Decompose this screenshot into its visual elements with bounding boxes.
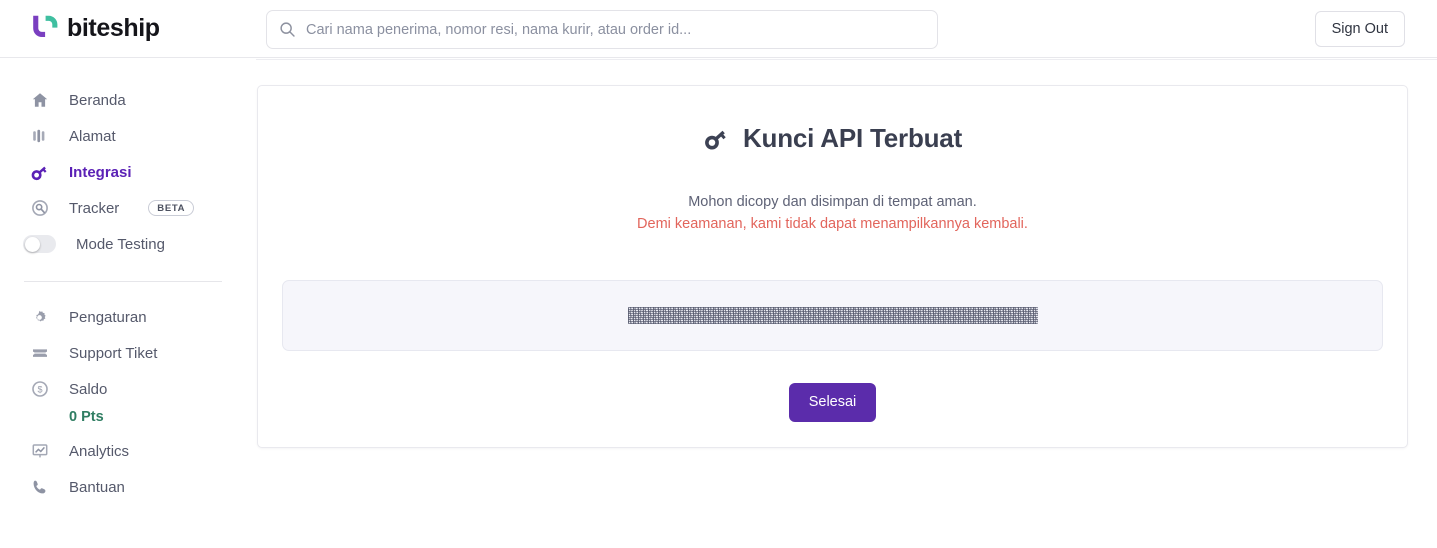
sidebar-item-label: Saldo	[69, 380, 108, 398]
description-block: Mohon dicopy dan disimpan di tempat aman…	[258, 191, 1407, 235]
top-header: biteship Sign Out	[0, 0, 1437, 58]
home-icon	[30, 91, 49, 110]
mode-testing-toggle[interactable]	[23, 235, 56, 253]
sidebar-item-saldo[interactable]: $ Saldo	[0, 371, 256, 407]
phone-icon	[30, 478, 49, 497]
saldo-points-value: 0 Pts	[69, 409, 104, 425]
card-actions: Selesai	[258, 383, 1407, 422]
search-icon	[280, 22, 295, 37]
sidebar-item-label: Analytics	[69, 442, 130, 460]
brand-logo[interactable]: biteship	[30, 13, 160, 43]
toggle-knob	[24, 236, 40, 252]
main-content: Kunci API Terbuat Mohon dicopy dan disim…	[256, 59, 1437, 548]
done-button[interactable]: Selesai	[788, 383, 877, 422]
sidebar-item-alamat[interactable]: Alamat	[0, 118, 256, 154]
api-key-card: Kunci API Terbuat Mohon dicopy dan disim…	[257, 85, 1408, 448]
key-icon	[30, 163, 49, 182]
sidebar-item-mode-testing[interactable]: Mode Testing	[0, 226, 256, 262]
sidebar-item-label: Alamat	[69, 127, 116, 145]
search-input[interactable]	[306, 21, 925, 38]
analytics-icon	[30, 442, 49, 461]
sidebar-item-label: Integrasi	[69, 163, 132, 181]
sidebar-item-label: Tracker	[69, 199, 120, 217]
sidebar-item-analytics[interactable]: Analytics	[0, 433, 256, 469]
sidebar-item-label: Pengaturan	[69, 308, 147, 326]
sidebar-divider	[24, 281, 222, 282]
sidebar: Beranda Alamat Integrasi Tracker BETA Mo…	[0, 59, 256, 548]
ticket-icon	[30, 344, 49, 363]
sign-out-button[interactable]: Sign Out	[1314, 11, 1405, 47]
sidebar-item-label: Support Tiket	[69, 344, 158, 362]
biteship-logo-icon	[33, 15, 58, 38]
status-badge: BETA	[148, 200, 195, 216]
sidebar-item-pengaturan[interactable]: Pengaturan	[0, 299, 256, 335]
content-top-divider	[256, 59, 1437, 60]
page-title-text: Kunci API Terbuat	[742, 123, 963, 153]
api-key-field[interactable]	[282, 280, 1383, 351]
search-bar[interactable]	[266, 10, 938, 49]
tracker-icon	[30, 199, 49, 218]
sidebar-item-beranda[interactable]: Beranda	[0, 82, 256, 118]
sidebar-item-tracker[interactable]: Tracker BETA	[0, 190, 256, 226]
sidebar-item-integrasi[interactable]: Integrasi	[0, 154, 256, 190]
sidebar-item-bantuan[interactable]: Bantuan	[0, 469, 256, 505]
page-title: Kunci API Terbuat	[258, 123, 1407, 154]
api-key-redacted-value	[627, 307, 1038, 324]
svg-text:$: $	[37, 384, 42, 394]
sidebar-item-label: Beranda	[69, 91, 126, 109]
key-icon	[705, 130, 726, 150]
description-line-1: Mohon dicopy dan disimpan di tempat aman…	[688, 194, 977, 210]
sidebar-item-support-tiket[interactable]: Support Tiket	[0, 335, 256, 371]
sidebar-item-label: Mode Testing	[76, 235, 165, 253]
description-line-2: Demi keamanan, kami tidak dapat menampil…	[637, 216, 1028, 232]
coin-icon: $	[30, 380, 49, 399]
sidebar-item-label: Bantuan	[69, 478, 125, 496]
gear-icon	[30, 308, 49, 327]
brand-name: biteship	[67, 14, 160, 42]
address-icon	[30, 127, 49, 146]
